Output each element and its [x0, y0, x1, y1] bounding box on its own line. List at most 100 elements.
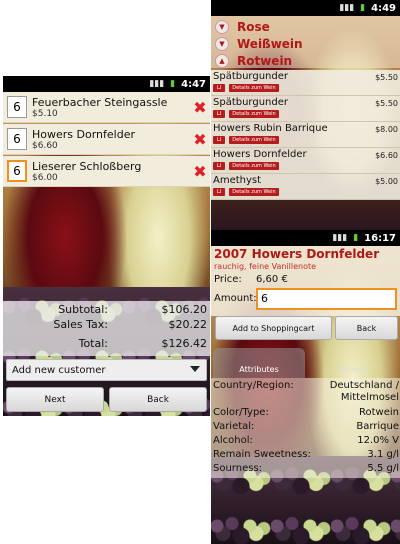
signal-icon: ▮▮▮ — [332, 233, 348, 243]
subtotal-value: $106.20 — [161, 303, 208, 316]
wine-list-item[interactable]: Spätburgunder $5.50 ⊔ Details zum Wein — [211, 96, 400, 122]
back-button[interactable]: Back — [109, 387, 207, 412]
attribute-key: Varietal: — [213, 421, 255, 432]
attribute-row: Color/Type: Rotwein — [213, 407, 399, 418]
attribute-key: Color/Type: — [213, 407, 269, 418]
wine-price: $5.00 — [375, 177, 398, 186]
wine-price: $5.50 — [375, 99, 398, 108]
attribute-row: Sourness: 5.5 g/l — [213, 463, 399, 474]
subtotal-label: Subtotal: — [58, 303, 108, 316]
totals-panel: Subtotal: $106.20 Sales Tax: $20.22 Tota… — [3, 301, 210, 356]
tax-label: Sales Tax: — [53, 318, 108, 331]
next-button[interactable]: Next — [6, 387, 104, 412]
attribute-value: Mittelmosel — [340, 392, 399, 403]
cart-item: 6 Feuerbacher Steingassle $5.10 ✖ — [3, 92, 210, 123]
details-button[interactable]: Details zum Wein — [229, 110, 279, 118]
wine-list-item[interactable]: Amethyst $5.00 ⊔ Details zum Wein — [211, 174, 400, 200]
delete-icon[interactable]: ✖ — [192, 130, 208, 149]
wine-price: $5.50 — [375, 73, 398, 82]
wine-title: 2007 Howers Dornfelder — [214, 247, 380, 261]
attribute-key: Country/Region: — [213, 380, 294, 391]
cart-icon[interactable]: ⊔ — [213, 136, 225, 144]
customer-dropdown-label: Add new customer — [12, 364, 106, 376]
attribute-value: Rotwein — [359, 407, 399, 418]
cart-icon[interactable]: ⊔ — [213, 84, 225, 92]
wine-name: Howers Rubin Barrique — [213, 123, 328, 134]
wine-list-item[interactable]: Spätburgunder $5.50 ⊔ Details zum Wein — [211, 70, 400, 96]
chevron-down-icon: ▼ — [215, 19, 229, 34]
status-bar: ▮▮▮ ▮ 4:47 — [3, 76, 210, 92]
price-label: Price: — [214, 274, 242, 285]
chevron-down-icon: ▼ — [215, 36, 229, 51]
cart-item-price: $6.60 — [32, 140, 58, 151]
price-value: 6,60 € — [256, 274, 288, 285]
total-label: Total: — [78, 337, 108, 350]
status-bar: ▮▮▮ ▮ 4:49 — [211, 0, 400, 16]
cart-screen: ▮▮▮ ▮ 4:47 6 Feuerbacher Steingassle $5.… — [3, 76, 210, 416]
quantity-field[interactable]: 6 — [7, 96, 27, 118]
details-button[interactable]: Details zum Wein — [229, 136, 279, 144]
battery-icon: ▮ — [353, 233, 359, 243]
category-label: Rose — [237, 19, 270, 34]
cart-item-price: $5.10 — [32, 108, 58, 119]
wine-list-screen: ▮▮▮ ▮ 4:49 ▼ Rose ▼ Weißwein ▲ Rotwein S… — [211, 0, 400, 230]
category-item[interactable]: ▲ Rotwein — [211, 51, 400, 70]
cart-icon[interactable]: ⊔ — [213, 162, 225, 170]
wine-price: $8.00 — [375, 125, 398, 134]
wine-name: Spätburgunder — [213, 97, 288, 108]
status-bar: ▮▮▮ ▮ 16:17 — [211, 230, 400, 246]
tab-bar: Attributes Winery — [211, 348, 400, 378]
wine-list-item[interactable]: Howers Dornfelder $6.60 ⊔ Details zum We… — [211, 148, 400, 174]
battery-icon: ▮ — [360, 3, 366, 13]
add-to-cart-button[interactable]: Add to Shoppingcart — [215, 316, 332, 340]
quantity-field[interactable]: 6 — [7, 160, 27, 182]
cart-item-price: $6.00 — [32, 172, 58, 183]
delete-icon[interactable]: ✖ — [192, 98, 208, 117]
wine-name: Amethyst — [213, 175, 262, 186]
tab-winery[interactable]: Winery — [307, 348, 399, 378]
chevron-down-icon — [190, 366, 200, 372]
wine-list-item[interactable]: Howers Rubin Barrique $8.00 ⊔ Details zu… — [211, 122, 400, 148]
delete-icon[interactable]: ✖ — [192, 162, 208, 181]
details-button[interactable]: Details zum Wein — [229, 188, 279, 196]
cart-item-name: Howers Dornfelder — [32, 127, 135, 141]
attribute-value: Barrique — [356, 421, 399, 432]
category-label: Rotwein — [237, 53, 293, 68]
attribute-row: Varietal: Barrique — [213, 421, 399, 432]
status-time: 16:17 — [364, 232, 396, 244]
tax-value: $20.22 — [168, 318, 208, 331]
attribute-value: 5.5 g/l — [367, 463, 399, 474]
details-button[interactable]: Details zum Wein — [229, 162, 279, 170]
attribute-row: Remain Sweetness: 3.1 g/l — [213, 449, 399, 460]
status-time: 4:49 — [371, 2, 396, 14]
attribute-value: Deutschland / — [329, 380, 399, 391]
cart-item: 6 Lieserer Schloßberg $6.00 ✖ — [3, 156, 210, 187]
category-label: Weißwein — [237, 36, 303, 51]
attribute-key: Sourness: — [213, 463, 263, 474]
attribute-key — [213, 392, 341, 403]
amount-input[interactable]: 6 — [256, 288, 397, 310]
attribute-row: Mittelmosel — [213, 392, 399, 403]
chevron-up-icon: ▲ — [215, 53, 229, 68]
attribute-value: 3.1 g/l — [367, 449, 399, 460]
cart-item-name: Lieserer Schloßberg — [32, 159, 142, 173]
cart-item: 6 Howers Dornfelder $6.60 ✖ — [3, 124, 210, 155]
back-button[interactable]: Back — [335, 316, 398, 340]
details-button[interactable]: Details zum Wein — [229, 84, 279, 92]
attribute-row: Country/Region: Deutschland / — [213, 380, 399, 391]
signal-icon: ▮▮▮ — [339, 3, 355, 13]
wine-subtitle: rauchig, feine Vanillenote — [214, 262, 317, 271]
customer-dropdown[interactable]: Add new customer — [6, 359, 207, 381]
battery-icon: ▮ — [170, 79, 176, 89]
attribute-key: Remain Sweetness: — [213, 449, 311, 460]
amount-label: Amount: — [214, 293, 257, 304]
attribute-key: Alcohol: — [213, 435, 253, 446]
tab-attributes[interactable]: Attributes — [213, 348, 305, 378]
wine-name: Spätburgunder — [213, 71, 288, 82]
quantity-field[interactable]: 6 — [7, 128, 27, 150]
cart-icon[interactable]: ⊔ — [213, 110, 225, 118]
cart-icon[interactable]: ⊔ — [213, 188, 225, 196]
signal-icon: ▮▮▮ — [149, 79, 165, 89]
status-time: 4:47 — [181, 78, 206, 90]
total-value: $126.42 — [161, 337, 208, 350]
